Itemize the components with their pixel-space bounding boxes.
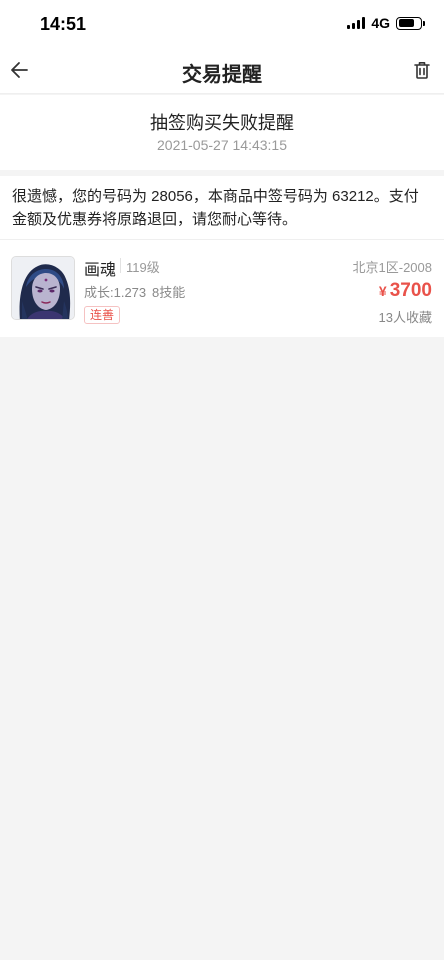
nav-bar: 交易提醒	[0, 48, 444, 94]
status-time: 14:51	[40, 14, 87, 34]
trash-icon	[414, 62, 430, 79]
character-portrait-image	[12, 257, 74, 319]
name-level-separator	[120, 258, 121, 273]
notice-header: 抽签购买失败提醒 2021-05-27 14:43:15	[0, 95, 444, 170]
character-skills: 8技能	[152, 285, 186, 300]
character-level: 119级	[126, 260, 160, 275]
currency-symbol: ¥	[378, 283, 387, 299]
character-name: 画魂	[84, 262, 117, 279]
item-price: ¥3700	[379, 280, 432, 302]
notice-message: 很遗憾，您的号码为 28056，本商品中签号码为 63212。支付金额及优惠券将…	[12, 188, 419, 228]
battery-level	[398, 19, 415, 27]
page-title: 交易提醒	[182, 64, 262, 86]
price-amount: 3700	[389, 280, 432, 301]
battery-icon	[396, 16, 425, 30]
tag-badge: 连善	[84, 306, 121, 324]
notice-content: 很遗憾，您的号码为 28056，本商品中签号码为 63212。支付金额及优惠券将…	[0, 176, 444, 337]
network-type: 4G	[371, 15, 390, 31]
product-item[interactable]: 画魂 119级 成长:1.273 8技能 连善 北京1区-2008 ¥3700 …	[0, 240, 444, 337]
signal-bars-icon	[347, 17, 366, 29]
server-name: 北京1区-2008	[352, 260, 432, 275]
notice-subject: 抽签购买失败提醒	[150, 113, 294, 133]
status-bar: 14:51 4G	[0, 0, 444, 48]
favorites-count: 13人收藏	[378, 310, 432, 325]
character-growth: 成长:1.273	[84, 285, 147, 300]
delete-button[interactable]	[410, 58, 434, 82]
notice-datetime: 2021-05-27 14:43:15	[157, 137, 287, 153]
status-indicators: 4G	[347, 15, 425, 31]
character-avatar	[11, 256, 75, 320]
